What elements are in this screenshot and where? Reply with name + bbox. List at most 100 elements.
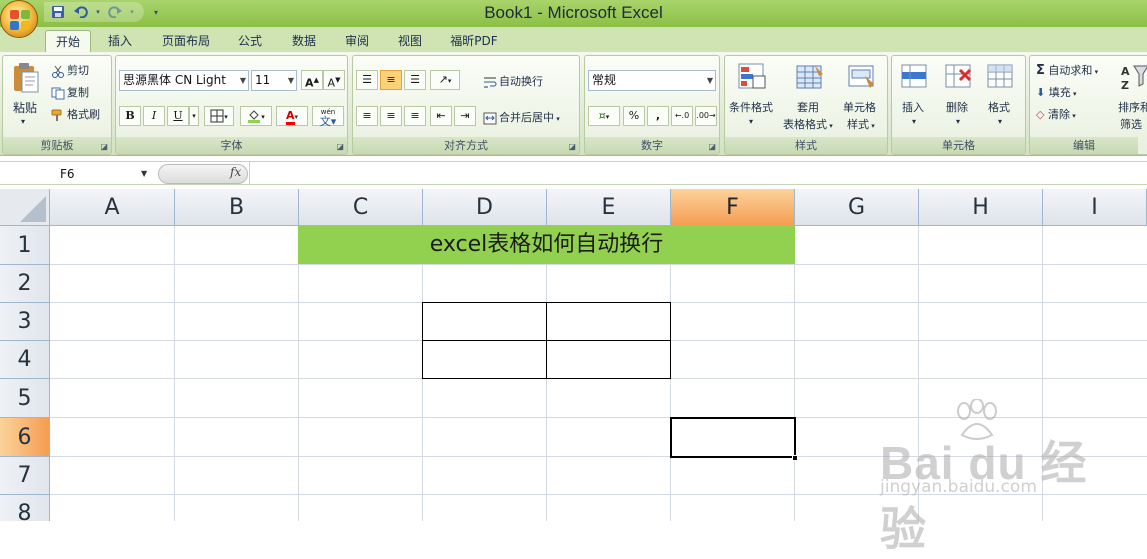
- underline-button[interactable]: U: [167, 106, 189, 126]
- column-header-h[interactable]: H: [919, 189, 1043, 226]
- alignment-launcher-icon[interactable]: ◪: [568, 142, 576, 151]
- bold-button[interactable]: B: [119, 106, 141, 126]
- cell-d3[interactable]: [422, 302, 547, 341]
- table-format-icon[interactable]: [795, 62, 825, 92]
- align-left-button[interactable]: ≡: [356, 106, 378, 126]
- column-header-b[interactable]: B: [175, 189, 299, 226]
- cell-d4[interactable]: [422, 340, 547, 379]
- autosum-button[interactable]: Σ 自动求和 ▾: [1036, 62, 1098, 78]
- increase-decimal-button[interactable]: ←.0: [671, 106, 693, 126]
- format-painter-icon: [51, 109, 62, 121]
- active-cell-f6[interactable]: [670, 417, 796, 458]
- conditional-formatting-icon[interactable]: [737, 62, 767, 92]
- name-box[interactable]: F6: [0, 164, 154, 184]
- select-all-button[interactable]: [0, 189, 50, 226]
- increase-font-size-button[interactable]: A▲: [301, 70, 323, 90]
- chevron-down-icon[interactable]: ▾: [912, 117, 916, 126]
- row-header-5[interactable]: 5: [0, 379, 50, 418]
- column-header-c[interactable]: C: [299, 189, 423, 226]
- conditional-formatting-button[interactable]: 条件格式: [729, 99, 773, 115]
- wrap-text-button[interactable]: 自动换行: [483, 73, 543, 89]
- decrease-font-size-button[interactable]: A▼: [323, 70, 345, 90]
- row-header-3[interactable]: 3: [0, 303, 50, 341]
- chevron-down-icon[interactable]: ▾: [998, 117, 1002, 126]
- column-header-d[interactable]: D: [423, 189, 547, 226]
- decrease-indent-button[interactable]: ⇤: [430, 106, 452, 126]
- column-header-a[interactable]: A: [50, 189, 175, 226]
- accounting-format-button[interactable]: ¤▾: [588, 106, 620, 126]
- paste-button[interactable]: 粘贴: [13, 99, 37, 116]
- fill-handle[interactable]: [792, 455, 798, 461]
- chevron-down-icon[interactable]: ▾: [749, 117, 753, 126]
- merged-title-cell[interactable]: excel表格如何自动换行: [298, 226, 795, 264]
- tab-data[interactable]: 数据: [284, 30, 324, 52]
- fill-color-button[interactable]: ▾: [240, 106, 272, 126]
- align-bottom-button[interactable]: ☰: [404, 70, 426, 90]
- delete-button[interactable]: 删除: [946, 99, 968, 115]
- font-color-button[interactable]: A▾: [276, 106, 308, 126]
- row-header-8[interactable]: 8: [0, 495, 50, 521]
- row-header-1[interactable]: 1: [0, 226, 50, 265]
- copy-button[interactable]: 复制: [51, 84, 89, 100]
- italic-button[interactable]: I: [143, 106, 165, 126]
- cell-e4[interactable]: [546, 340, 671, 379]
- format-button[interactable]: 格式: [988, 99, 1010, 115]
- cell-styles-button[interactable]: 样式 ▾: [847, 116, 875, 132]
- paint-bucket-icon: [248, 110, 261, 123]
- format-cells-icon[interactable]: [986, 62, 1016, 92]
- tab-review[interactable]: 审阅: [337, 30, 377, 52]
- chevron-down-icon[interactable]: ▾: [956, 117, 960, 126]
- orientation-button[interactable]: ↗▾: [430, 70, 460, 90]
- sort-filter-button[interactable]: 筛选: [1120, 116, 1142, 132]
- row-header-6[interactable]: 6: [0, 418, 50, 457]
- tab-insert[interactable]: 插入: [100, 30, 140, 52]
- format-as-table-button[interactable]: 表格格式 ▾: [783, 116, 833, 132]
- align-middle-button[interactable]: ≡: [380, 70, 402, 90]
- sort-filter-icon[interactable]: AZ: [1120, 62, 1147, 92]
- tab-formulas[interactable]: 公式: [230, 30, 270, 52]
- align-right-button[interactable]: ≡: [404, 106, 426, 126]
- format-painter-button[interactable]: 格式刷: [51, 106, 100, 122]
- font-size-select[interactable]: 11 ▼: [251, 70, 297, 91]
- formula-input[interactable]: [249, 162, 1147, 184]
- underline-dropdown-icon[interactable]: ▾: [189, 106, 199, 126]
- office-button[interactable]: [0, 0, 38, 38]
- clear-button[interactable]: ◇ 清除 ▾: [1036, 106, 1076, 122]
- font-name-select[interactable]: 思源黑体 CN Light ▼: [119, 70, 249, 91]
- paste-dropdown-icon[interactable]: ▾: [21, 117, 25, 126]
- comma-button[interactable]: ,: [647, 106, 669, 126]
- column-header-g[interactable]: G: [795, 189, 919, 226]
- align-top-button[interactable]: ☰: [356, 70, 378, 90]
- column-header-f[interactable]: F: [671, 189, 795, 226]
- clipboard-launcher-icon[interactable]: ◪: [100, 142, 108, 151]
- phonetic-button[interactable]: wén 文▾: [312, 106, 344, 127]
- cut-button[interactable]: 剪切: [51, 62, 89, 78]
- borders-button[interactable]: ▾: [204, 106, 234, 126]
- number-launcher-icon[interactable]: ◪: [708, 142, 716, 151]
- delete-cells-icon[interactable]: [944, 62, 974, 92]
- tab-foxit-pdf[interactable]: 福昕PDF: [443, 30, 505, 52]
- percent-button[interactable]: %: [623, 106, 645, 126]
- decrease-decimal-button[interactable]: .00→: [695, 106, 717, 126]
- tab-home[interactable]: 开始: [45, 30, 91, 52]
- font-launcher-icon[interactable]: ◪: [336, 142, 344, 151]
- chevron-down-icon[interactable]: ▼: [141, 164, 147, 184]
- column-header-i[interactable]: I: [1043, 189, 1147, 226]
- paste-icon[interactable]: [11, 62, 41, 93]
- tab-page-layout[interactable]: 页面布局: [155, 30, 217, 52]
- insert-function-icon[interactable]: fx: [230, 165, 241, 179]
- row-header-4[interactable]: 4: [0, 341, 50, 379]
- insert-button[interactable]: 插入: [902, 99, 924, 115]
- row-header-7[interactable]: 7: [0, 457, 50, 495]
- number-format-select[interactable]: 常规 ▼: [588, 70, 716, 91]
- row-header-2[interactable]: 2: [0, 265, 50, 303]
- increase-indent-button[interactable]: ⇥: [454, 106, 476, 126]
- merge-center-button[interactable]: 合并后居中 ▾: [483, 109, 560, 125]
- insert-cells-icon[interactable]: [900, 62, 930, 92]
- fill-button[interactable]: ⬇ 填充 ▾: [1036, 84, 1076, 100]
- cell-styles-icon[interactable]: [847, 62, 877, 92]
- cell-e3[interactable]: [546, 302, 671, 341]
- column-header-e[interactable]: E: [547, 189, 671, 226]
- align-center-button[interactable]: ≡: [380, 106, 402, 126]
- tab-view[interactable]: 视图: [390, 30, 430, 52]
